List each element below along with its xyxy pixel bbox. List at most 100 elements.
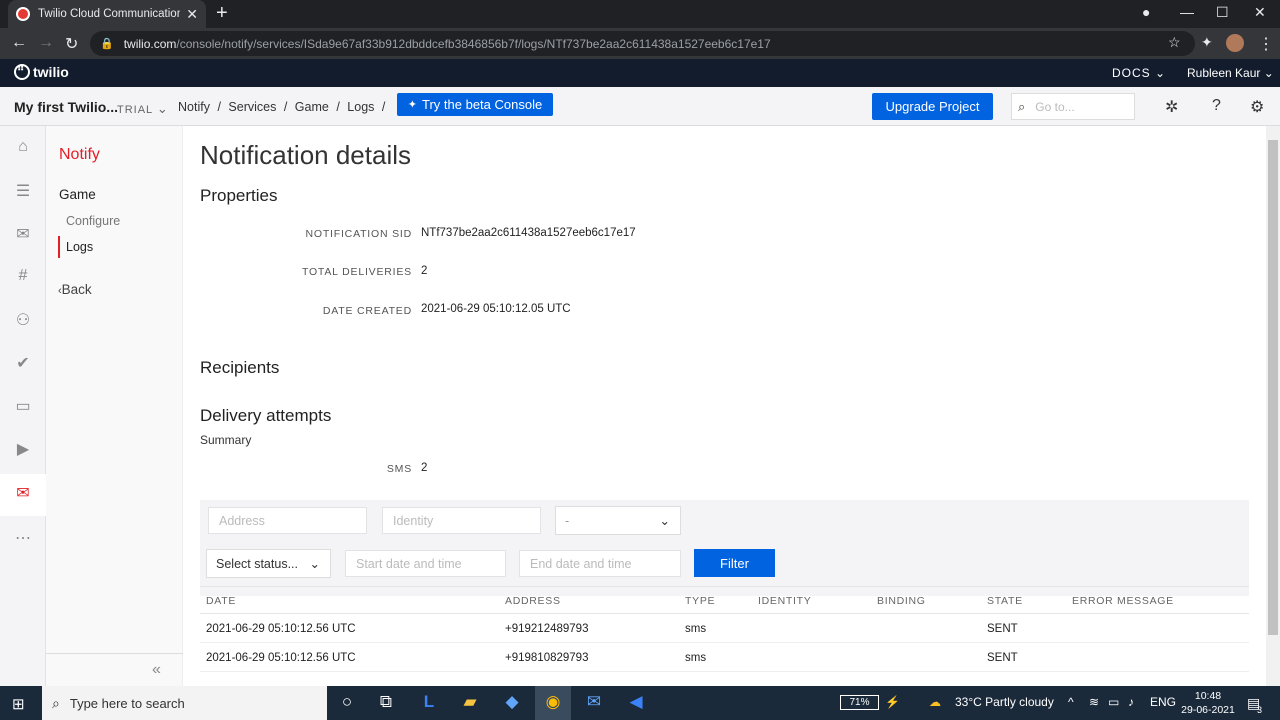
language-indicator[interactable]: ENG <box>1150 695 1176 709</box>
type-select[interactable]: - ⌄ <box>555 506 681 535</box>
maximize-icon[interactable]: ☐ <box>1216 4 1229 21</box>
browser-tab[interactable]: Twilio Cloud Communications | W ✕ <box>8 0 206 28</box>
back-link[interactable]: ‹Back <box>58 282 92 297</box>
profile-menu-icon[interactable]: ● <box>1142 4 1150 20</box>
cortana-icon[interactable]: ○ <box>336 692 358 712</box>
notification-count: 3 <box>1257 705 1263 715</box>
breadcrumb-services[interactable]: Services <box>228 100 276 114</box>
end-date-placeholder: End date and time <box>530 556 632 571</box>
search-icon: ⌕ <box>52 694 60 711</box>
url-path: /console/notify/services/ISda9e67af33b91… <box>176 36 771 51</box>
status-select[interactable]: Select status... ⌄ <box>206 549 331 578</box>
filter-button[interactable]: Filter <box>694 549 775 577</box>
chevron-down-icon: ⌄ <box>309 557 320 571</box>
forward-arrow-icon[interactable]: → <box>38 34 54 52</box>
conversations-icon[interactable]: ▭ <box>0 396 46 416</box>
subnav-item-logs[interactable]: Logs <box>66 240 93 254</box>
bookmark-star-icon[interactable]: ☆ <box>1168 34 1181 51</box>
start-date-placeholder: Start date and time <box>356 556 462 571</box>
wifi-icon[interactable]: ≋ <box>1089 695 1099 709</box>
identity-placeholder: Identity <box>393 513 434 528</box>
phone-numbers-hash-icon[interactable]: # <box>0 267 46 285</box>
weather-text[interactable]: 33°C Partly cloudy <box>955 695 1054 709</box>
docs-label: DOCS <box>1112 66 1151 80</box>
try-beta-console-button[interactable]: ✦ Try the beta Console <box>397 93 553 116</box>
cell-type: sms <box>685 623 707 635</box>
chevron-down-icon: ⌄ <box>156 101 169 116</box>
breadcrumb-notify[interactable]: Notify <box>178 100 210 114</box>
subnav-service-name[interactable]: Game <box>59 187 96 202</box>
profile-avatar[interactable] <box>1226 34 1244 52</box>
extensions-icon[interactable]: ✦ <box>1201 34 1213 51</box>
verify-icon[interactable]: ✔ <box>0 353 46 373</box>
new-tab-icon[interactable]: + <box>216 3 228 23</box>
browser-menu-icon[interactable]: ⋮ <box>1258 34 1274 54</box>
table-row[interactable]: 2021-06-29 05:10:12.56 UTC +919212489793… <box>200 614 1249 643</box>
debugger-bug-icon[interactable]: ✲ <box>1165 97 1178 117</box>
end-date-input[interactable]: End date and time <box>519 550 681 577</box>
address-bar[interactable]: 🔒 twilio.com/console/notify/services/ISd… <box>90 31 1195 56</box>
messaging-icon[interactable]: ✉ <box>0 224 46 244</box>
help-icon[interactable]: ? <box>1212 97 1221 115</box>
task-view-icon[interactable]: ⧉ <box>375 692 397 712</box>
search-icon: ⌕ <box>1018 98 1026 114</box>
docs-menu[interactable]: DOCS ⌄ <box>1112 66 1166 80</box>
beta-button-label: Try the beta Console <box>422 97 543 112</box>
notify-icon[interactable]: ✉ <box>0 483 46 503</box>
settings-gear-icon[interactable]: ⚙ <box>1250 97 1264 117</box>
dashboard-icon[interactable]: ☰ <box>0 181 46 201</box>
close-window-icon[interactable]: ✕ <box>1254 4 1266 21</box>
vscode-icon[interactable]: ◀ <box>625 692 647 712</box>
address-input[interactable]: Address <box>208 507 367 534</box>
twilio-logo[interactable]: twilio <box>14 63 69 80</box>
breadcrumb-game[interactable]: Game <box>295 100 329 114</box>
chevron-up-icon[interactable]: ^ <box>1068 695 1074 709</box>
mail-icon[interactable]: ✉ <box>583 692 605 712</box>
tab-title: Twilio Cloud Communications | W <box>38 8 181 20</box>
scrollbar-thumb[interactable] <box>1268 140 1278 635</box>
sms-label: SMS <box>386 463 412 475</box>
taskbar-search-input[interactable]: ⌕ Type here to search <box>42 686 327 720</box>
battery-indicator[interactable]: 71% <box>840 695 879 710</box>
user-menu[interactable]: Rubleen Kaur ⌄ <box>1187 66 1274 80</box>
app-icon[interactable]: ◆ <box>501 692 523 712</box>
more-products-icon[interactable]: ⋯ <box>0 528 46 548</box>
start-date-input[interactable]: Start date and time <box>345 550 506 577</box>
windows-taskbar: ⊞ ⌕ Type here to search ○ ⧉ L ▰ ◆ ◉ ✉ ◀ … <box>0 686 1280 720</box>
upgrade-project-button[interactable]: Upgrade Project <box>872 93 993 120</box>
chrome-icon[interactable]: ◉ <box>535 686 571 720</box>
active-indicator <box>58 236 60 258</box>
clock-time: 10:48 <box>1194 690 1222 702</box>
delivery-attempts-heading: Delivery attempts <box>200 406 332 425</box>
battery-tray-icon[interactable]: ▭ <box>1108 695 1119 709</box>
clock[interactable]: 10:48 29-06-2021 <box>1178 689 1238 717</box>
minimize-icon[interactable]: — <box>1180 4 1194 20</box>
project-name[interactable]: My first Twilio... <box>14 99 118 115</box>
breadcrumb-logs[interactable]: Logs <box>347 100 374 114</box>
file-explorer-icon[interactable]: ▰ <box>459 692 481 712</box>
volume-icon[interactable]: ♪ <box>1128 695 1134 709</box>
column-header-binding: BINDING <box>877 595 926 607</box>
table-row[interactable]: 2021-06-29 05:10:12.56 UTC +919810829793… <box>200 643 1249 672</box>
trial-badge[interactable]: TRIAL ⌄ <box>117 101 169 117</box>
summary-label: Summary <box>200 433 252 447</box>
windows-start-icon[interactable]: ⊞ <box>12 695 25 713</box>
main-content: Notification details Properties NOTIFICA… <box>183 126 1266 686</box>
chevron-down-icon: ⌄ <box>659 514 670 528</box>
reload-icon[interactable]: ↻ <box>65 34 78 54</box>
app-l-icon[interactable]: L <box>418 692 440 712</box>
home-icon[interactable]: ⌂ <box>0 138 46 156</box>
identity-input[interactable]: Identity <box>382 507 541 534</box>
properties-heading: Properties <box>200 186 278 205</box>
collapse-sidebar-icon[interactable]: « <box>152 661 161 679</box>
address-placeholder: Address <box>219 513 265 528</box>
subnav-item-configure[interactable]: Configure <box>66 214 120 228</box>
subnav-product-title[interactable]: Notify <box>59 146 100 164</box>
cell-type: sms <box>685 652 707 664</box>
back-arrow-icon[interactable]: ← <box>11 34 27 52</box>
goto-search-input[interactable]: ⌕ Go to... <box>1011 93 1135 120</box>
video-icon[interactable]: ▶ <box>0 439 46 459</box>
studio-icon[interactable]: ⚇ <box>0 310 46 330</box>
close-tab-icon[interactable]: ✕ <box>186 6 198 23</box>
date-created-value: 2021-06-29 05:10:12.05 UTC <box>421 303 571 315</box>
